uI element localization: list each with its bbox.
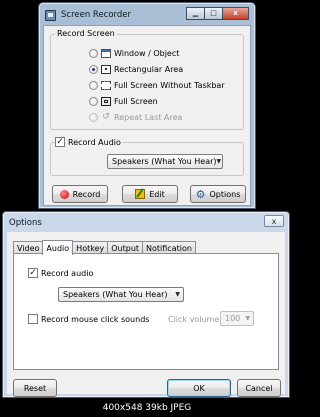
edit-button-label: Edit <box>149 189 165 199</box>
full-screen-icon <box>101 96 111 106</box>
dialog-title: Options <box>9 218 42 228</box>
close-button[interactable]: x <box>222 7 249 20</box>
edit-button[interactable]: Edit <box>122 185 178 203</box>
options-button[interactable]: ⚙ Options <box>190 185 246 203</box>
window-object-radio[interactable] <box>89 48 98 58</box>
record-mouse-click-label: Record mouse click sounds <box>41 314 150 324</box>
full-screen-radio[interactable] <box>89 96 98 106</box>
cancel-button-label: Cancel <box>245 383 273 393</box>
record-audio-toggle[interactable]: ✓ Record Audio <box>55 137 123 147</box>
image-info-caption: 400x548 39kb JPEG <box>0 398 294 417</box>
ok-button[interactable]: OK <box>167 379 231 397</box>
click-volume-label: Click volume: <box>168 315 222 324</box>
click-volume-value: 100 <box>225 314 241 323</box>
options-audio-source-value: Speakers (What You Hear) <box>63 290 168 299</box>
title-bar[interactable]: Screen Recorder ▁ □ x <box>41 5 253 25</box>
reset-button[interactable]: Reset <box>13 379 57 397</box>
click-volume-select[interactable]: 100 ▼ <box>220 311 254 326</box>
reset-button-label: Reset <box>23 383 47 393</box>
audio-source-value: Speakers (What You Hear) <box>112 157 217 166</box>
chevron-down-icon: ▼ <box>245 314 250 322</box>
minimize-button[interactable]: ▁ <box>186 7 205 20</box>
maximize-button[interactable]: □ <box>204 7 223 20</box>
chevron-down-icon: ▼ <box>175 290 180 298</box>
edit-icon <box>135 189 146 199</box>
gear-icon: ⚙ <box>195 187 206 201</box>
audio-source-select[interactable]: Speakers (What You Hear) ▼ <box>107 154 223 169</box>
options-audio-source-select[interactable]: Speakers (What You Hear) ▼ <box>58 287 184 302</box>
window-object-label: Window / Object <box>114 48 180 58</box>
window-title: Screen Recorder <box>61 10 132 20</box>
option-full-screen-without-taskbar[interactable]: Full Screen Without Taskbar <box>89 79 225 91</box>
option-repeat-last-area[interactable]: ↺ Repeat Last Area <box>89 111 182 123</box>
record-audio-option-label: Record audio <box>41 268 94 278</box>
option-full-screen[interactable]: Full Screen <box>89 95 158 107</box>
record-button[interactable]: Record <box>52 185 108 203</box>
app-icon <box>45 10 56 21</box>
repeat-last-area-label: Repeat Last Area <box>114 112 183 122</box>
options-client-area: Video Audio Hotkey Output Notification ✓… <box>7 232 285 397</box>
record-audio-group: ✓ Record Audio Speakers (What You Hear) … <box>50 137 244 176</box>
repeat-last-area-radio[interactable] <box>89 112 98 122</box>
full-screen-without-taskbar-radio[interactable] <box>89 80 98 90</box>
screen-without-taskbar-icon <box>101 80 111 90</box>
record-mouse-click-checkbox[interactable] <box>28 314 38 324</box>
cancel-button[interactable]: Cancel <box>237 379 281 397</box>
full-screen-label: Full Screen <box>114 96 158 106</box>
option-rectangular-area[interactable]: Rectangular Area <box>89 63 183 75</box>
options-dialog: Options x Video Audio Hotkey Output Noti… <box>2 211 290 398</box>
record-audio-label: Record Audio <box>68 137 121 147</box>
rectangle-icon <box>101 64 111 74</box>
audio-tab-panel: ✓ Record audio Speakers (What You Hear) … <box>13 253 279 370</box>
options-button-label: Options <box>209 189 241 199</box>
record-audio-option-checkbox[interactable]: ✓ <box>28 268 38 278</box>
recorder-client-area: Record Screen Window / Object Rectangula… <box>43 25 251 206</box>
screen-recorder-window: Screen Recorder ▁ □ x Record Screen Wind… <box>38 2 256 209</box>
tab-audio[interactable]: Audio <box>42 240 74 255</box>
chevron-down-icon: ▼ <box>216 157 222 165</box>
rectangular-area-radio[interactable] <box>89 64 98 74</box>
caption-buttons: ▁ □ x <box>186 7 249 20</box>
record-audio-option[interactable]: ✓ Record audio <box>28 268 93 278</box>
repeat-icon: ↺ <box>102 111 110 122</box>
record-audio-checkbox[interactable]: ✓ <box>55 137 65 147</box>
record-button-label: Record <box>72 189 101 199</box>
record-screen-group: Record Screen Window / Object Rectangula… <box>50 29 244 130</box>
ok-button-label: OK <box>193 383 205 393</box>
record-screen-group-label: Record Screen <box>55 29 117 38</box>
window-icon <box>101 48 111 58</box>
record-icon <box>59 189 69 199</box>
record-mouse-click-option[interactable]: Record mouse click sounds <box>28 314 149 324</box>
full-screen-without-taskbar-label: Full Screen Without Taskbar <box>114 80 225 90</box>
rectangular-area-label: Rectangular Area <box>114 64 184 74</box>
options-tabs: Video Audio Hotkey Output Notification <box>13 240 196 255</box>
dialog-close-button[interactable]: x <box>264 215 284 227</box>
option-window-object[interactable]: Window / Object <box>89 47 179 59</box>
